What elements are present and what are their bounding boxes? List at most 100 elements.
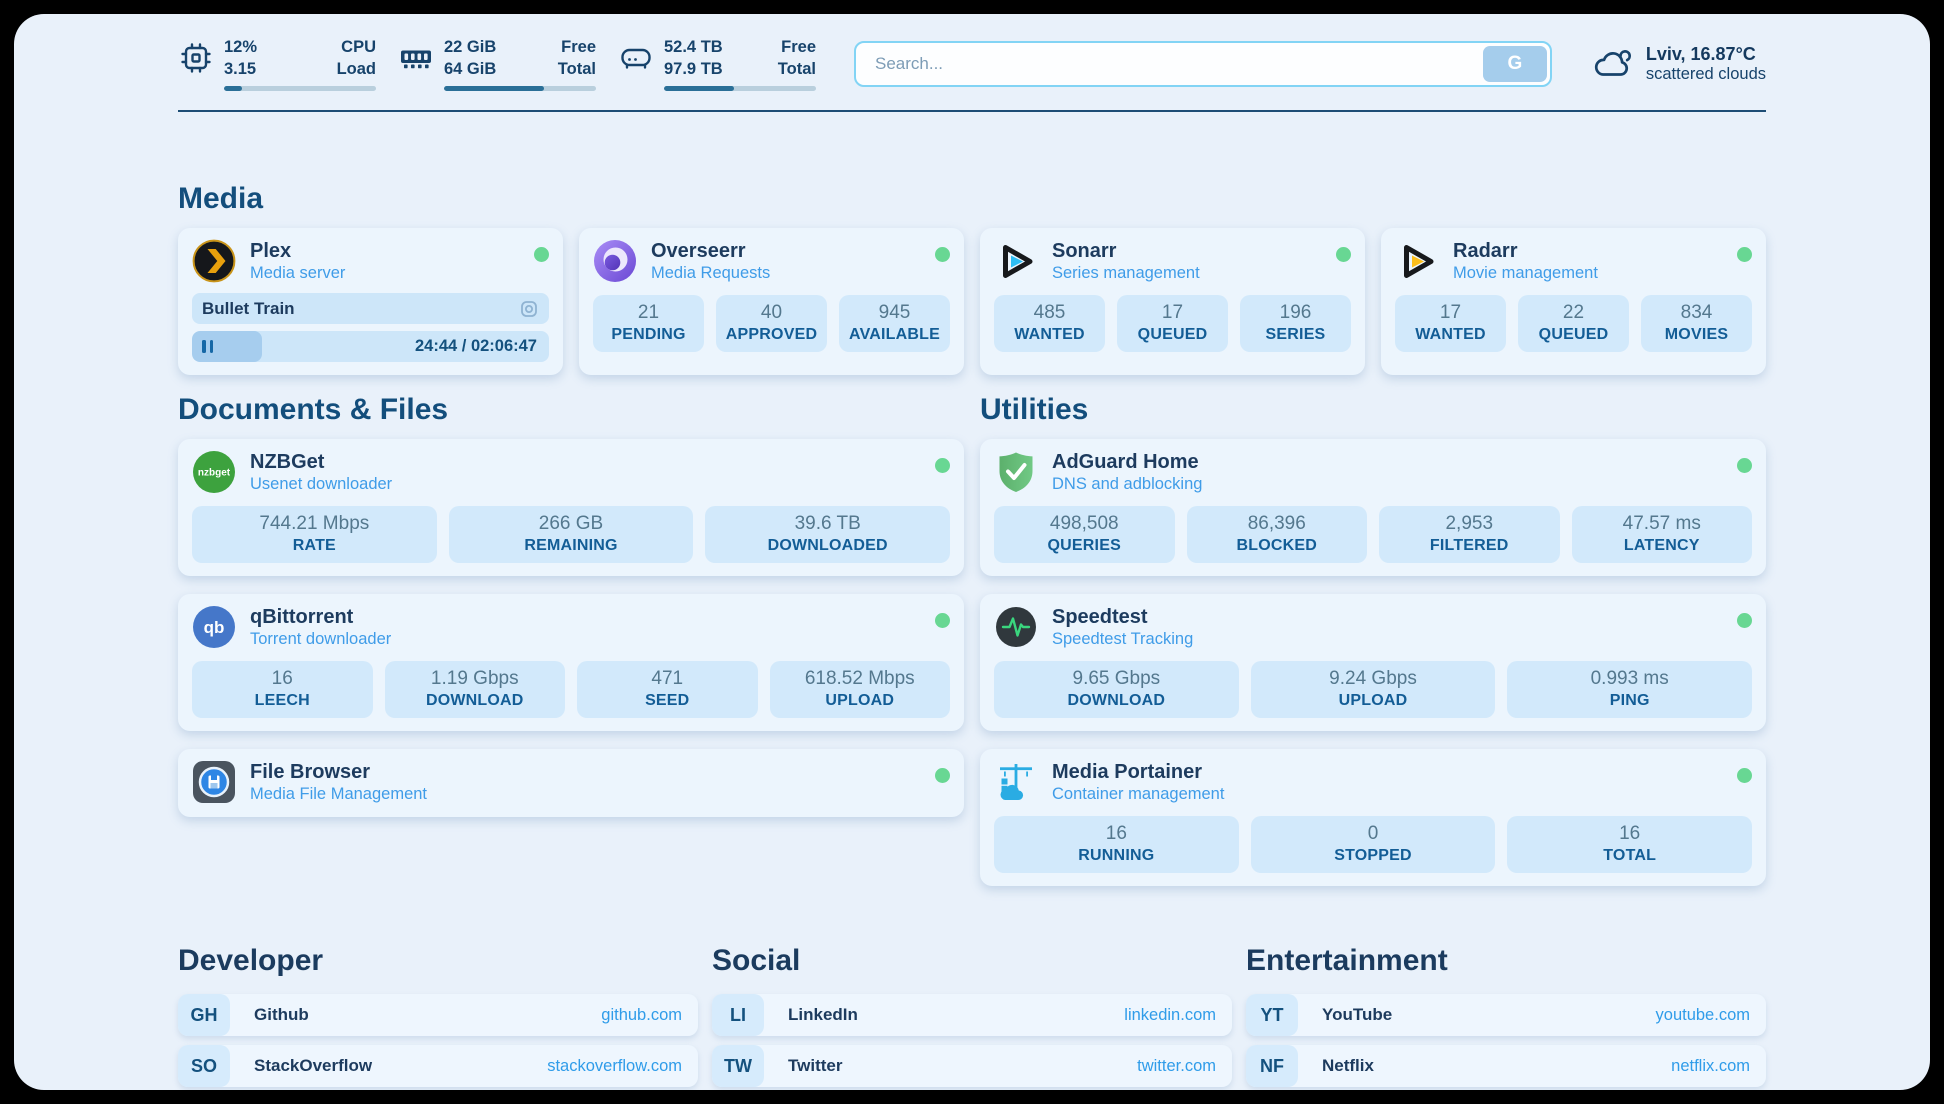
stat-box: 498,508QUERIES bbox=[994, 506, 1175, 563]
now-playing-row: Bullet Train bbox=[192, 293, 549, 324]
app-card-radarr[interactable]: Radarr Movie management 17WANTED 22QUEUE… bbox=[1381, 228, 1766, 375]
stat-box: 40APPROVED bbox=[716, 295, 827, 352]
modal-open-icon[interactable] bbox=[519, 299, 539, 319]
link-item-stackoverflow[interactable]: SO StackOverflow stackoverflow.com bbox=[178, 1045, 698, 1087]
section-title-utilities: Utilities bbox=[980, 393, 1766, 427]
search-provider-button[interactable]: G bbox=[1483, 46, 1547, 82]
weather-widget[interactable]: Lviv, 16.87°C scattered clouds bbox=[1590, 42, 1766, 86]
app-title: NZBGet bbox=[250, 451, 392, 474]
ram-free: 22 GiB bbox=[444, 37, 496, 59]
stat-box: 834MOVIES bbox=[1641, 295, 1752, 352]
stat-box: 945AVAILABLE bbox=[839, 295, 950, 352]
link-name: LinkedIn bbox=[788, 1005, 858, 1025]
link-item-linkedin[interactable]: LI LinkedIn linkedin.com bbox=[712, 994, 1232, 1036]
disk-metric: 52.4 TB 97.9 TB Free Total bbox=[618, 37, 816, 91]
stat-value: 2,953 bbox=[1385, 513, 1554, 535]
status-dot bbox=[935, 458, 950, 473]
link-item-twitter[interactable]: TW Twitter twitter.com bbox=[712, 1045, 1232, 1087]
section-developer: Developer GH Github github.com SO StackO… bbox=[178, 944, 698, 1090]
cpu-metric: 12% 3.15 CPU Load bbox=[178, 37, 376, 91]
app-card-qbittorrent[interactable]: qb qBittorrent Torrent downloader 16LEEC… bbox=[178, 594, 964, 731]
pause-icon[interactable] bbox=[202, 340, 213, 353]
stat-box: 0STOPPED bbox=[1251, 816, 1496, 873]
cpu-icon bbox=[178, 40, 214, 76]
search-bar: G bbox=[854, 41, 1552, 87]
stat-value: 47.57 ms bbox=[1578, 513, 1747, 535]
ram-total: 64 GiB bbox=[444, 59, 496, 81]
ram-progress-bar bbox=[444, 86, 596, 91]
link-item-github[interactable]: GH Github github.com bbox=[178, 994, 698, 1036]
stat-box: 471SEED bbox=[577, 661, 758, 718]
stat-box: 9.24 GbpsUPLOAD bbox=[1251, 661, 1496, 718]
disk-free: 52.4 TB bbox=[664, 37, 723, 59]
app-subtitle: Movie management bbox=[1453, 264, 1598, 283]
status-dot bbox=[1737, 247, 1752, 262]
stat-value: 17 bbox=[1401, 302, 1500, 324]
section-title-documents: Documents & Files bbox=[178, 393, 964, 427]
app-card-filebrowser[interactable]: File Browser Media File Management bbox=[178, 749, 964, 817]
app-subtitle: Media server bbox=[250, 264, 345, 283]
stat-label: WANTED bbox=[1401, 326, 1500, 344]
header-divider bbox=[178, 110, 1766, 112]
stat-value: 498,508 bbox=[1000, 513, 1169, 535]
link-url: twitter.com bbox=[1137, 1057, 1232, 1076]
stat-value: 266 GB bbox=[455, 513, 688, 535]
stat-value: 744.21 Mbps bbox=[198, 513, 431, 535]
stat-label: QUEUED bbox=[1123, 326, 1222, 344]
link-item-youtube[interactable]: YT YouTube youtube.com bbox=[1246, 994, 1766, 1036]
app-card-portainer[interactable]: Media Portainer Container management 16R… bbox=[980, 749, 1766, 886]
dashboard-page: 12% 3.15 CPU Load bbox=[14, 14, 1930, 1090]
link-abbr: GH bbox=[178, 994, 230, 1036]
stat-label: RUNNING bbox=[1000, 847, 1233, 865]
stat-box: 17 WANTED bbox=[1395, 295, 1506, 352]
app-title: Media Portainer bbox=[1052, 761, 1224, 784]
stat-box: 9.65 GbpsDOWNLOAD bbox=[994, 661, 1239, 718]
link-url: youtube.com bbox=[1656, 1006, 1766, 1025]
stat-value: 16 bbox=[1513, 823, 1746, 845]
status-dot bbox=[935, 247, 950, 262]
link-item-netflix[interactable]: NF Netflix netflix.com bbox=[1246, 1045, 1766, 1087]
search-input[interactable] bbox=[859, 46, 1483, 82]
section-documents: Documents & Files nzbget NZBGet Usenet d… bbox=[178, 393, 964, 904]
app-card-nzbget[interactable]: nzbget NZBGet Usenet downloader 744.21 M… bbox=[178, 439, 964, 576]
cloud-icon bbox=[1590, 42, 1634, 86]
stat-box: 0.993 msPING bbox=[1507, 661, 1752, 718]
link-name: StackOverflow bbox=[254, 1056, 372, 1076]
app-card-sonarr[interactable]: Sonarr Series management 485WANTED 17QUE… bbox=[980, 228, 1365, 375]
section-utilities: Utilities AdGuard Home DNS and adblockin… bbox=[980, 393, 1766, 904]
app-subtitle: Series management bbox=[1052, 264, 1200, 283]
app-subtitle: Speedtest Tracking bbox=[1052, 630, 1193, 649]
stat-label: WANTED bbox=[1000, 326, 1099, 344]
stat-label: BLOCKED bbox=[1193, 537, 1362, 555]
app-title: Plex bbox=[250, 240, 345, 263]
stat-value: 17 bbox=[1123, 302, 1222, 324]
stat-label: MOVIES bbox=[1647, 326, 1746, 344]
app-card-speedtest[interactable]: Speedtest Speedtest Tracking 9.65 GbpsDO… bbox=[980, 594, 1766, 731]
stat-label: UPLOAD bbox=[776, 692, 945, 710]
stat-label: REMAINING bbox=[455, 537, 688, 555]
link-url: github.com bbox=[601, 1006, 698, 1025]
app-card-adguard[interactable]: AdGuard Home DNS and adblocking 498,508Q… bbox=[980, 439, 1766, 576]
stat-label: APPROVED bbox=[722, 326, 821, 344]
app-title: qBittorrent bbox=[250, 606, 391, 629]
ram-label: Free bbox=[558, 37, 596, 59]
app-subtitle: Media Requests bbox=[651, 264, 770, 283]
portainer-icon bbox=[994, 760, 1038, 804]
link-abbr: TW bbox=[712, 1045, 764, 1087]
app-card-plex[interactable]: Plex Media server Bullet Train 24:44 / 0 bbox=[178, 228, 563, 375]
stat-value: 618.52 Mbps bbox=[776, 668, 945, 690]
stat-label: SEED bbox=[583, 692, 752, 710]
qbittorrent-icon: qb bbox=[192, 605, 236, 649]
stat-box: 266 GB REMAINING bbox=[449, 506, 694, 563]
app-card-overseerr[interactable]: Overseerr Media Requests 21PENDING 40APP… bbox=[579, 228, 964, 375]
cpu-label2: Load bbox=[337, 59, 376, 81]
speedtest-icon bbox=[994, 605, 1038, 649]
link-url: stackoverflow.com bbox=[547, 1057, 698, 1076]
svg-text:qb: qb bbox=[204, 618, 225, 637]
overseerr-icon bbox=[593, 239, 637, 283]
status-dot bbox=[1336, 247, 1351, 262]
stat-label: PENDING bbox=[599, 326, 698, 344]
link-abbr: NF bbox=[1246, 1045, 1298, 1087]
stat-value: 485 bbox=[1000, 302, 1099, 324]
plex-icon bbox=[192, 239, 236, 283]
